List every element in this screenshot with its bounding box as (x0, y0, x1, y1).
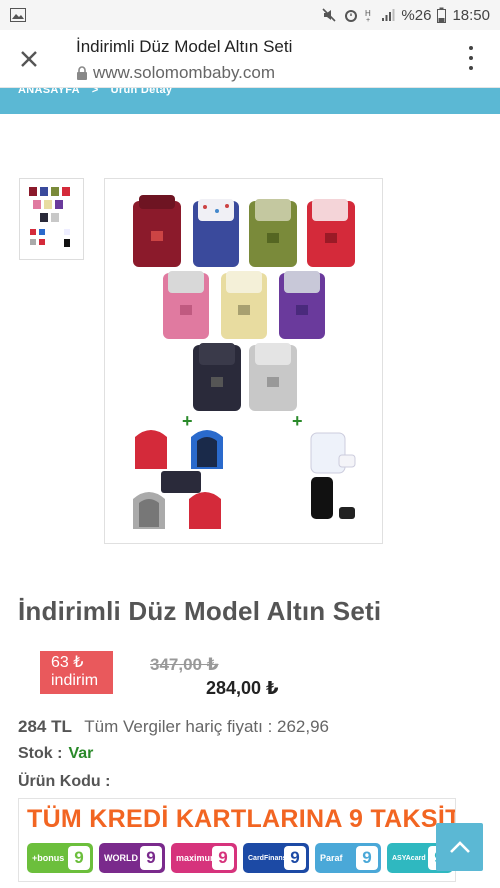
svg-text:+: + (182, 411, 193, 431)
stock-status: Stok : Var (18, 745, 93, 763)
scroll-to-top-button[interactable] (436, 823, 483, 871)
carrier-burgundy-image (133, 195, 181, 267)
maximum-card-logo: maximum 9 (171, 843, 237, 873)
status-bar: H + %26 18:50 (0, 0, 500, 30)
discount-amount: 63 ₺ (51, 654, 84, 671)
carrier-cream-image (221, 271, 267, 339)
product-code: Ürün Kodu : (18, 773, 111, 790)
discount-badge: 63 ₺ indirim (40, 651, 113, 694)
hood-blue-image (191, 430, 223, 469)
bonus-card-logo: +bonus 9 (27, 843, 93, 873)
world-card-logo: WORLD 9 (99, 843, 165, 873)
alarm-icon (345, 10, 358, 22)
battery-percent: %26 (401, 6, 432, 24)
stock-value: Var (68, 745, 94, 762)
mute-icon (322, 8, 336, 22)
hood-red-image (135, 430, 167, 469)
breadcrumb: ANASAYFA > Ürün Detay (18, 88, 172, 96)
browser-toolbar: İndirimli Düz Model Altın Seti www.solom… (0, 30, 500, 88)
carrier-navy-image (193, 199, 239, 267)
new-price: 284,00 ₺ (206, 678, 279, 698)
credit-card-logos: +bonus 9 WORLD 9 maximum 9 CardFinans 9 Para… (27, 843, 453, 873)
carrier-purple-image (279, 271, 325, 339)
hood-grey-image (133, 492, 165, 529)
cardfinans-card-logo: CardFinans 9 (243, 843, 309, 873)
hood-red2-image (189, 492, 221, 529)
vat-excluded-price: Tüm Vergiler hariç fiyatı : 262,96 (84, 717, 330, 736)
tl-price: 284 TL (18, 717, 72, 736)
old-price: 347,00 ₺ (150, 655, 219, 674)
discount-label: indirim (51, 672, 99, 689)
carrier-red-image (307, 199, 355, 267)
battery-icon (437, 7, 447, 23)
installment-banner[interactable]: TÜM KREDİ KARTLARINA 9 TAKSİT! +bonus 9 W… (18, 798, 456, 882)
lock-icon (77, 66, 87, 80)
carrier-grey-image (249, 343, 297, 411)
insert-white-image (310, 432, 356, 474)
svg-text:+: + (292, 411, 303, 431)
clock-time: 18:50 (452, 6, 490, 24)
carrier-olive-image (249, 199, 297, 267)
cover-black-image (161, 471, 201, 493)
hplus-network-icon: H+ (365, 9, 371, 23)
url-text: www.solomombaby.com (93, 63, 276, 82)
chevron-up-icon (449, 841, 470, 853)
svg-text:+: + (366, 17, 370, 23)
product-thumbnail[interactable] (19, 178, 84, 260)
breadcrumb-current: Ürün Detay (110, 88, 173, 96)
url-display[interactable]: www.solomombaby.com (76, 63, 275, 83)
carrier-black-image (193, 343, 241, 411)
signal-icon (382, 9, 395, 21)
breadcrumb-separator: > (91, 88, 99, 96)
insert-black-image (311, 477, 355, 519)
stock-label: Stok : (18, 745, 63, 762)
carrier-pink-image (163, 271, 209, 339)
product-main-image[interactable]: + + (104, 178, 383, 544)
product-title: İndirimli Düz Model Altın Seti (18, 596, 382, 626)
paraf-card-logo: Paraf 9 (315, 843, 381, 873)
close-icon[interactable] (16, 46, 42, 72)
vat-line: 284 TL Tüm Vergiler hariç fiyatı : 262,9… (18, 717, 329, 737)
page-title: İndirimli Düz Model Altın Seti (76, 37, 293, 56)
more-options-icon[interactable] (468, 46, 474, 70)
breadcrumb-bar: ANASAYFA > Ürün Detay (0, 88, 500, 114)
gallery-notification-icon (10, 8, 26, 22)
breadcrumb-home[interactable]: ANASAYFA (18, 88, 80, 96)
banner-title: TÜM KREDİ KARTLARINA 9 TAKSİT! (27, 805, 456, 833)
